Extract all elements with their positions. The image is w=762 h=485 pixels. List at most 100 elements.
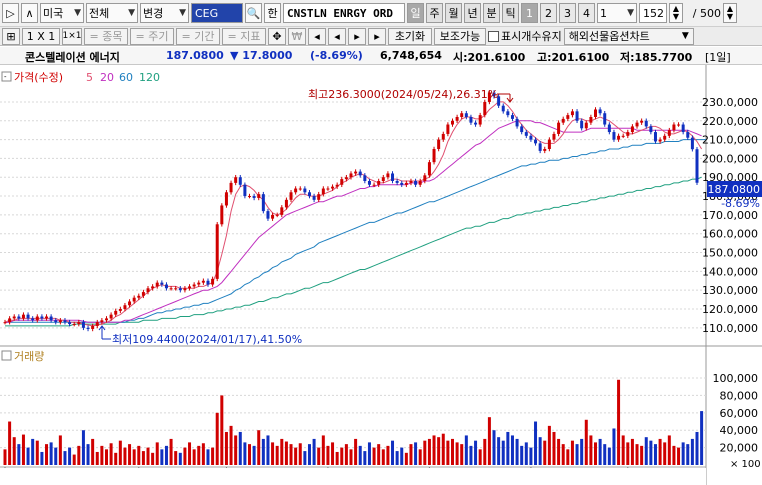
hangul-toggle-button[interactable]: 한 <box>264 3 281 23</box>
candle-body <box>40 316 44 319</box>
volume-bar <box>63 451 67 465</box>
candle-body <box>681 124 685 133</box>
keep-count-checkbox[interactable]: 표시개수유지 <box>488 28 562 44</box>
layout-3-button[interactable]: 3 <box>559 3 576 23</box>
candle-body <box>151 286 155 289</box>
overseas-futures-select[interactable]: 해외선물옵션차트 ▼ <box>563 27 694 45</box>
volume-bar <box>423 440 427 465</box>
candle-body <box>598 109 602 114</box>
period-month-tab[interactable]: 월 <box>445 3 462 23</box>
volume-bar <box>275 445 279 465</box>
layout-1x1-button[interactable]: 1 X 1 <box>22 27 60 45</box>
candle-body <box>690 137 694 150</box>
candle-body <box>271 214 275 219</box>
candle-body <box>307 192 311 197</box>
volume-bar <box>174 451 178 465</box>
volume-bar <box>617 379 621 465</box>
candle-body <box>450 120 454 125</box>
volume-tick-label: 40,000 <box>720 424 759 437</box>
candle-body <box>289 192 293 200</box>
volume-bar <box>344 444 348 465</box>
volume-bar <box>35 440 39 465</box>
candle-body <box>109 314 113 319</box>
candle-body <box>215 224 219 279</box>
volume-bar <box>575 444 579 465</box>
sync-symbol-button[interactable]: = 종목 <box>84 27 128 45</box>
candle-body <box>164 284 168 289</box>
volume-bar <box>653 444 657 465</box>
period-year-tab[interactable]: 년 <box>464 3 481 23</box>
candle-body <box>483 101 487 116</box>
volume-bar <box>192 449 196 465</box>
move-icon[interactable]: ✥ <box>268 27 286 45</box>
candle-body <box>58 320 62 323</box>
candle-body <box>17 316 21 319</box>
chart-area[interactable]: 110.0,000 120.0,000 130.0,000 140.0,000 150.… <box>0 65 762 485</box>
currency-icon[interactable]: ₩ <box>288 27 306 45</box>
symbol-input[interactable]: CEG <box>191 3 243 23</box>
period-tick-tab[interactable]: 틱 <box>502 3 519 23</box>
candle-body <box>686 132 690 138</box>
candle-body <box>26 314 30 319</box>
sync-period-button[interactable]: = 기간 <box>176 27 220 45</box>
chart-menu-button[interactable]: ▷ <box>2 3 19 23</box>
layout-4-button[interactable]: 4 <box>578 3 595 23</box>
first-page-icon[interactable]: ◂ <box>308 27 326 45</box>
candle-body <box>432 149 436 163</box>
candle-body <box>400 182 404 185</box>
checkbox-box[interactable] <box>488 30 499 42</box>
volume-bar <box>506 431 510 465</box>
volume-bar <box>77 445 81 465</box>
total-stepper[interactable]: ▲ ▼ <box>723 3 737 23</box>
aux-enable-button[interactable]: 보조가능 <box>434 27 486 45</box>
reset-button[interactable]: 초기화 <box>388 27 432 45</box>
volume-bar <box>40 451 44 465</box>
period-day-tab[interactable]: 일 <box>407 3 424 23</box>
volume-bar <box>497 437 501 465</box>
grid-icon[interactable]: ⊞ <box>2 27 20 45</box>
layout-toggle-button[interactable]: 1⨯1 <box>62 27 82 45</box>
volume-bar <box>72 454 76 465</box>
change-select[interactable]: 변경 ▼ <box>140 3 189 23</box>
volume-bar <box>335 451 339 465</box>
volume-bar <box>252 445 256 465</box>
layout-1-button[interactable]: 1 <box>521 3 538 23</box>
last-page-icon[interactable]: ▸ <box>368 27 386 45</box>
candle-body <box>12 316 16 319</box>
prev-icon[interactable]: ◂ <box>328 27 346 45</box>
sync-indicator-button[interactable]: = 지표 <box>222 27 266 45</box>
candle-body <box>695 149 699 183</box>
volume-bar <box>700 411 704 465</box>
candle-body <box>621 135 625 137</box>
layout-2-button[interactable]: 2 <box>540 3 557 23</box>
volume-bar <box>354 438 358 465</box>
view-count-input[interactable]: 152 <box>639 3 667 23</box>
filter-select[interactable]: 전체 ▼ <box>86 3 138 23</box>
volume-bar <box>487 417 491 465</box>
high-price: 고:201.6100 <box>537 51 610 64</box>
candle-body <box>395 181 399 183</box>
volume-bar <box>326 445 330 465</box>
up-arrow-icon[interactable]: ∧ <box>21 3 38 23</box>
volume-bar <box>31 438 35 465</box>
candle-body <box>414 181 418 185</box>
volume: 6,748,654 <box>380 49 442 62</box>
volume-bar <box>658 438 662 465</box>
period-minute-tab[interactable]: 분 <box>483 3 500 23</box>
candle-body <box>312 196 316 200</box>
next-icon[interactable]: ▸ <box>348 27 366 45</box>
period-week-tab[interactable]: 주 <box>426 3 443 23</box>
candle-body <box>358 171 362 176</box>
search-icon[interactable]: 🔍 <box>245 3 262 23</box>
high-annotation: 최고236.3000(2024/05/24),26.31% <box>308 88 498 101</box>
price-tick-label: 220.0,000 <box>702 115 758 128</box>
volume-bar <box>686 444 690 465</box>
candle-body <box>547 139 551 149</box>
volume-bar <box>164 445 168 465</box>
count-stepper[interactable]: ▲ ▼ <box>669 3 683 23</box>
market-select[interactable]: 미국 ▼ <box>40 3 84 23</box>
interval-select[interactable]: 1 ▼ <box>597 3 637 23</box>
sync-cycle-button[interactable]: = 주기 <box>130 27 174 45</box>
open-price: 시:201.6100 <box>453 51 526 64</box>
candle-body <box>635 122 639 127</box>
